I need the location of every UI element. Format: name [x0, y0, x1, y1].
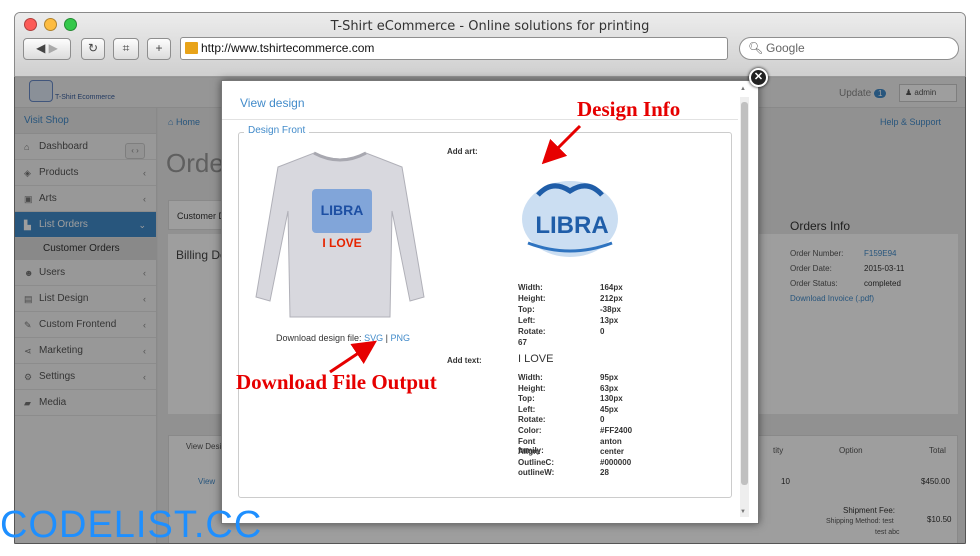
download-output-arrow: [329, 340, 377, 374]
annotation-arrows: [329, 124, 582, 374]
download-output-annotation: Download File Output: [236, 370, 437, 394]
design-info-arrow: [541, 124, 582, 165]
watermark-text: CODELIST.CC: [0, 504, 263, 546]
design-info-annotation: Design Info: [577, 97, 681, 121]
